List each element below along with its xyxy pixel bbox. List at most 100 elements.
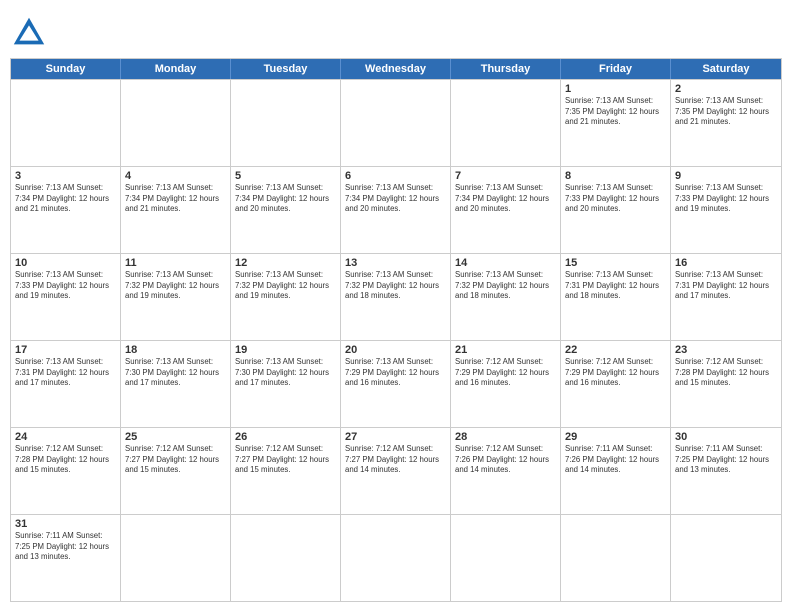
day-number: 24: [15, 431, 116, 443]
calendar-cell: 27Sunrise: 7:12 AM Sunset: 7:27 PM Dayli…: [341, 428, 451, 514]
calendar-cell: 8Sunrise: 7:13 AM Sunset: 7:33 PM Daylig…: [561, 167, 671, 253]
day-info: Sunrise: 7:13 AM Sunset: 7:31 PM Dayligh…: [15, 357, 116, 389]
day-info: Sunrise: 7:11 AM Sunset: 7:25 PM Dayligh…: [675, 444, 777, 476]
header-day-saturday: Saturday: [671, 59, 781, 79]
day-number: 20: [345, 344, 446, 356]
calendar-row-3: 17Sunrise: 7:13 AM Sunset: 7:31 PM Dayli…: [11, 340, 781, 427]
header-day-sunday: Sunday: [11, 59, 121, 79]
day-info: Sunrise: 7:13 AM Sunset: 7:34 PM Dayligh…: [455, 183, 556, 215]
calendar-cell: 23Sunrise: 7:12 AM Sunset: 7:28 PM Dayli…: [671, 341, 781, 427]
calendar-row-1: 3Sunrise: 7:13 AM Sunset: 7:34 PM Daylig…: [11, 166, 781, 253]
day-info: Sunrise: 7:13 AM Sunset: 7:32 PM Dayligh…: [235, 270, 336, 302]
day-info: Sunrise: 7:13 AM Sunset: 7:31 PM Dayligh…: [675, 270, 777, 302]
day-info: Sunrise: 7:13 AM Sunset: 7:33 PM Dayligh…: [675, 183, 777, 215]
calendar-cell: 4Sunrise: 7:13 AM Sunset: 7:34 PM Daylig…: [121, 167, 231, 253]
calendar-grid: SundayMondayTuesdayWednesdayThursdayFrid…: [10, 58, 782, 602]
calendar-page: SundayMondayTuesdayWednesdayThursdayFrid…: [0, 0, 792, 612]
day-info: Sunrise: 7:13 AM Sunset: 7:34 PM Dayligh…: [15, 183, 116, 215]
calendar-row-5: 31Sunrise: 7:11 AM Sunset: 7:25 PM Dayli…: [11, 514, 781, 601]
calendar-row-0: 1Sunrise: 7:13 AM Sunset: 7:35 PM Daylig…: [11, 79, 781, 166]
day-number: 29: [565, 431, 666, 443]
day-number: 12: [235, 257, 336, 269]
calendar-cell: [121, 515, 231, 601]
day-number: 9: [675, 170, 777, 182]
calendar-cell: 9Sunrise: 7:13 AM Sunset: 7:33 PM Daylig…: [671, 167, 781, 253]
calendar-cell: 22Sunrise: 7:12 AM Sunset: 7:29 PM Dayli…: [561, 341, 671, 427]
calendar-cell: 10Sunrise: 7:13 AM Sunset: 7:33 PM Dayli…: [11, 254, 121, 340]
day-info: Sunrise: 7:11 AM Sunset: 7:25 PM Dayligh…: [15, 531, 116, 563]
day-number: 25: [125, 431, 226, 443]
day-info: Sunrise: 7:13 AM Sunset: 7:32 PM Dayligh…: [125, 270, 226, 302]
calendar-cell: 7Sunrise: 7:13 AM Sunset: 7:34 PM Daylig…: [451, 167, 561, 253]
day-info: Sunrise: 7:13 AM Sunset: 7:32 PM Dayligh…: [455, 270, 556, 302]
calendar-cell: 20Sunrise: 7:13 AM Sunset: 7:29 PM Dayli…: [341, 341, 451, 427]
calendar-cell: [341, 80, 451, 166]
day-number: 15: [565, 257, 666, 269]
calendar-cell: 31Sunrise: 7:11 AM Sunset: 7:25 PM Dayli…: [11, 515, 121, 601]
day-info: Sunrise: 7:13 AM Sunset: 7:33 PM Dayligh…: [565, 183, 666, 215]
day-number: 28: [455, 431, 556, 443]
day-number: 14: [455, 257, 556, 269]
calendar-cell: 17Sunrise: 7:13 AM Sunset: 7:31 PM Dayli…: [11, 341, 121, 427]
calendar-cell: 29Sunrise: 7:11 AM Sunset: 7:26 PM Dayli…: [561, 428, 671, 514]
day-info: Sunrise: 7:12 AM Sunset: 7:28 PM Dayligh…: [675, 357, 777, 389]
day-number: 2: [675, 83, 777, 95]
calendar-row-2: 10Sunrise: 7:13 AM Sunset: 7:33 PM Dayli…: [11, 253, 781, 340]
day-number: 17: [15, 344, 116, 356]
calendar-cell: [451, 515, 561, 601]
day-info: Sunrise: 7:13 AM Sunset: 7:33 PM Dayligh…: [15, 270, 116, 302]
header-day-tuesday: Tuesday: [231, 59, 341, 79]
day-number: 21: [455, 344, 556, 356]
day-info: Sunrise: 7:13 AM Sunset: 7:35 PM Dayligh…: [675, 96, 777, 128]
header-day-thursday: Thursday: [451, 59, 561, 79]
day-number: 30: [675, 431, 777, 443]
header-day-friday: Friday: [561, 59, 671, 79]
day-number: 26: [235, 431, 336, 443]
day-info: Sunrise: 7:12 AM Sunset: 7:28 PM Dayligh…: [15, 444, 116, 476]
day-info: Sunrise: 7:13 AM Sunset: 7:34 PM Dayligh…: [345, 183, 446, 215]
calendar-cell: 16Sunrise: 7:13 AM Sunset: 7:31 PM Dayli…: [671, 254, 781, 340]
calendar-cell: 5Sunrise: 7:13 AM Sunset: 7:34 PM Daylig…: [231, 167, 341, 253]
day-number: 8: [565, 170, 666, 182]
day-info: Sunrise: 7:12 AM Sunset: 7:27 PM Dayligh…: [125, 444, 226, 476]
day-number: 5: [235, 170, 336, 182]
calendar-body: 1Sunrise: 7:13 AM Sunset: 7:35 PM Daylig…: [11, 79, 781, 601]
day-number: 7: [455, 170, 556, 182]
calendar-row-4: 24Sunrise: 7:12 AM Sunset: 7:28 PM Dayli…: [11, 427, 781, 514]
day-number: 19: [235, 344, 336, 356]
calendar-cell: [341, 515, 451, 601]
calendar-cell: 26Sunrise: 7:12 AM Sunset: 7:27 PM Dayli…: [231, 428, 341, 514]
calendar-cell: [231, 80, 341, 166]
calendar-cell: 21Sunrise: 7:12 AM Sunset: 7:29 PM Dayli…: [451, 341, 561, 427]
day-info: Sunrise: 7:12 AM Sunset: 7:26 PM Dayligh…: [455, 444, 556, 476]
day-number: 11: [125, 257, 226, 269]
calendar-cell: [121, 80, 231, 166]
calendar-cell: [671, 515, 781, 601]
day-info: Sunrise: 7:13 AM Sunset: 7:34 PM Dayligh…: [235, 183, 336, 215]
day-number: 23: [675, 344, 777, 356]
calendar-cell: [451, 80, 561, 166]
day-info: Sunrise: 7:13 AM Sunset: 7:30 PM Dayligh…: [125, 357, 226, 389]
calendar-cell: 18Sunrise: 7:13 AM Sunset: 7:30 PM Dayli…: [121, 341, 231, 427]
day-info: Sunrise: 7:13 AM Sunset: 7:31 PM Dayligh…: [565, 270, 666, 302]
day-info: Sunrise: 7:11 AM Sunset: 7:26 PM Dayligh…: [565, 444, 666, 476]
calendar-cell: 19Sunrise: 7:13 AM Sunset: 7:30 PM Dayli…: [231, 341, 341, 427]
day-info: Sunrise: 7:13 AM Sunset: 7:32 PM Dayligh…: [345, 270, 446, 302]
calendar-cell: 24Sunrise: 7:12 AM Sunset: 7:28 PM Dayli…: [11, 428, 121, 514]
calendar-cell: 30Sunrise: 7:11 AM Sunset: 7:25 PM Dayli…: [671, 428, 781, 514]
header-day-wednesday: Wednesday: [341, 59, 451, 79]
day-number: 6: [345, 170, 446, 182]
calendar-cell: 12Sunrise: 7:13 AM Sunset: 7:32 PM Dayli…: [231, 254, 341, 340]
calendar-cell: 1Sunrise: 7:13 AM Sunset: 7:35 PM Daylig…: [561, 80, 671, 166]
logo: [10, 14, 52, 52]
calendar-cell: 28Sunrise: 7:12 AM Sunset: 7:26 PM Dayli…: [451, 428, 561, 514]
calendar-cell: [11, 80, 121, 166]
day-info: Sunrise: 7:13 AM Sunset: 7:29 PM Dayligh…: [345, 357, 446, 389]
calendar-cell: 2Sunrise: 7:13 AM Sunset: 7:35 PM Daylig…: [671, 80, 781, 166]
header-day-monday: Monday: [121, 59, 231, 79]
calendar-cell: 14Sunrise: 7:13 AM Sunset: 7:32 PM Dayli…: [451, 254, 561, 340]
day-number: 16: [675, 257, 777, 269]
day-number: 22: [565, 344, 666, 356]
calendar-cell: 13Sunrise: 7:13 AM Sunset: 7:32 PM Dayli…: [341, 254, 451, 340]
calendar-header: SundayMondayTuesdayWednesdayThursdayFrid…: [11, 59, 781, 79]
